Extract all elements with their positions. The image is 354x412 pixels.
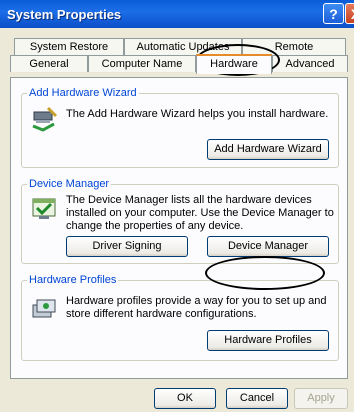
- device-manager-group: Device Manager The Device Manager lists …: [21, 178, 339, 264]
- device-manager-group-title: Device Manager: [27, 178, 112, 190]
- ok-button[interactable]: OK: [154, 388, 216, 409]
- title-bar[interactable]: System Properties ? X: [0, 0, 354, 28]
- tab-automatic-updates[interactable]: Automatic Updates: [124, 38, 242, 55]
- add-hardware-wizard-icon: [32, 106, 58, 132]
- driver-signing-button[interactable]: Driver Signing: [66, 236, 188, 257]
- cancel-button[interactable]: Cancel: [226, 388, 288, 409]
- hardware-profiles-group-title: Hardware Profiles: [27, 274, 119, 286]
- tab-system-restore[interactable]: System Restore: [14, 38, 124, 55]
- tab-advanced[interactable]: Advanced: [272, 55, 348, 72]
- add-hardware-description: The Add Hardware Wizard helps you instal…: [66, 108, 329, 120]
- hardware-profiles-group: Hardware Profiles Hardware profiles prov…: [21, 274, 339, 361]
- device-manager-icon: [32, 198, 56, 219]
- device-manager-button[interactable]: Device Manager: [207, 236, 329, 257]
- close-button[interactable]: X: [345, 3, 354, 24]
- system-properties-window: System Properties ? X System Restore Aut…: [0, 0, 354, 412]
- add-hardware-wizard-button[interactable]: Add Hardware Wizard: [207, 139, 329, 160]
- hardware-profiles-icon: [32, 299, 56, 318]
- device-manager-description: The Device Manager lists all the hardwar…: [66, 194, 334, 232]
- hardware-profiles-button[interactable]: Hardware Profiles: [207, 330, 329, 351]
- add-hardware-group: Add Hardware Wizard The Add Hardware Wiz…: [21, 87, 339, 168]
- tab-remote[interactable]: Remote: [242, 38, 346, 55]
- tab-hardware[interactable]: Hardware: [196, 54, 272, 74]
- window-title: System Properties: [7, 7, 122, 22]
- tab-general[interactable]: General: [10, 55, 88, 72]
- apply-button[interactable]: Apply: [294, 388, 348, 409]
- help-button[interactable]: ?: [323, 3, 344, 24]
- tab-computer-name[interactable]: Computer Name: [88, 55, 196, 72]
- add-hardware-group-title: Add Hardware Wizard: [27, 87, 139, 99]
- hardware-tab-panel: Add Hardware Wizard The Add Hardware Wiz…: [10, 77, 348, 379]
- hardware-profiles-description: Hardware profiles provide a way for you …: [66, 295, 327, 320]
